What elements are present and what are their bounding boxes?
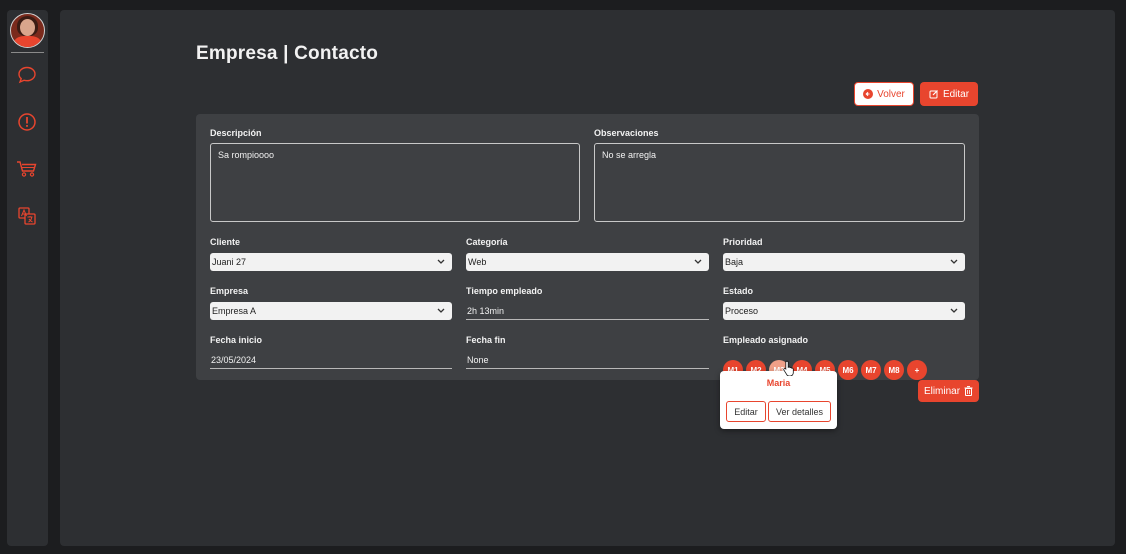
chat-bubble-icon xyxy=(18,66,36,84)
categoria-label: Categoría xyxy=(466,237,508,247)
chevron-down-icon xyxy=(436,257,446,267)
sidebar-item-translate[interactable] xyxy=(16,205,38,227)
volver-label: Volver xyxy=(877,88,905,100)
prioridad-select[interactable]: Baja xyxy=(723,253,965,271)
chevron-down-icon xyxy=(693,257,703,267)
chevron-down-icon xyxy=(949,306,959,316)
sidebar xyxy=(7,10,48,546)
observaciones-label: Observaciones xyxy=(594,128,659,138)
editar-label: Editar xyxy=(942,88,970,100)
estado-value: Proceso xyxy=(725,306,759,316)
employee-badge-m7[interactable]: M7 xyxy=(861,360,881,380)
sidebar-divider xyxy=(11,52,44,53)
popover-edit-button[interactable]: Editar xyxy=(726,401,766,422)
fecha-fin-field[interactable]: None xyxy=(466,351,709,369)
cart-icon xyxy=(17,161,37,177)
volver-button[interactable]: Volver xyxy=(854,82,914,106)
estado-label: Estado xyxy=(723,286,754,296)
descripcion-label: Descripción xyxy=(210,128,262,138)
empresa-value: Empresa A xyxy=(212,306,257,316)
sidebar-item-chat[interactable] xyxy=(16,64,38,86)
employee-badge-m8[interactable]: M8 xyxy=(884,360,904,380)
tiempo-label: Tiempo empleado xyxy=(466,286,543,296)
tiempo-field[interactable]: 2h 13min xyxy=(466,302,709,320)
eliminar-label: Eliminar xyxy=(923,385,961,397)
cliente-value: Juani 27 xyxy=(212,257,247,267)
eliminar-button[interactable]: Eliminar xyxy=(918,380,979,402)
prioridad-label: Prioridad xyxy=(723,237,763,247)
arrow-circle-left-icon xyxy=(863,89,874,99)
prioridad-value: Baja xyxy=(725,257,744,267)
edit-icon xyxy=(929,90,938,99)
chevron-down-icon xyxy=(436,306,446,316)
empleado-label: Empleado asignado xyxy=(723,335,809,345)
hand-cursor-icon xyxy=(783,360,794,376)
observaciones-textarea[interactable]: No se arregla xyxy=(594,143,965,222)
categoria-select[interactable]: Web xyxy=(466,253,709,271)
empresa-label: Empresa xyxy=(210,286,249,296)
categoria-value: Web xyxy=(468,257,487,267)
sidebar-item-cart[interactable] xyxy=(16,158,38,180)
alert-icon xyxy=(18,113,36,131)
empresa-select[interactable]: Empresa A xyxy=(210,302,452,320)
trash-icon xyxy=(964,386,973,396)
avatar[interactable] xyxy=(10,13,45,48)
fecha-inicio-label: Fecha inicio xyxy=(210,335,263,345)
employee-badge-m6[interactable]: M6 xyxy=(838,360,858,380)
add-employee-button[interactable]: + xyxy=(907,360,927,380)
fecha-inicio-field[interactable]: 23/05/2024 xyxy=(210,351,452,369)
translate-icon xyxy=(18,207,36,225)
editar-button[interactable]: Editar xyxy=(920,82,978,106)
chevron-down-icon xyxy=(949,257,959,267)
cliente-select[interactable]: Juani 27 xyxy=(210,253,452,271)
popover-details-button[interactable]: Ver detalles xyxy=(768,401,831,422)
fecha-fin-label: Fecha fin xyxy=(466,335,506,345)
sidebar-item-alerts[interactable] xyxy=(16,111,38,133)
cliente-label: Cliente xyxy=(210,237,241,247)
page-title: Empresa | Contacto xyxy=(196,43,379,64)
popover-employee-name: Maria xyxy=(766,378,791,388)
main-panel: Empresa | Contacto Volver Editar Descrip… xyxy=(60,10,1115,546)
employee-popover: Maria Editar Ver detalles xyxy=(720,371,837,429)
estado-select[interactable]: Proceso xyxy=(723,302,965,320)
descripcion-textarea[interactable]: Sa rompioooo xyxy=(210,143,580,222)
ticket-card: Descripción Sa rompioooo Observaciones N… xyxy=(196,114,979,380)
